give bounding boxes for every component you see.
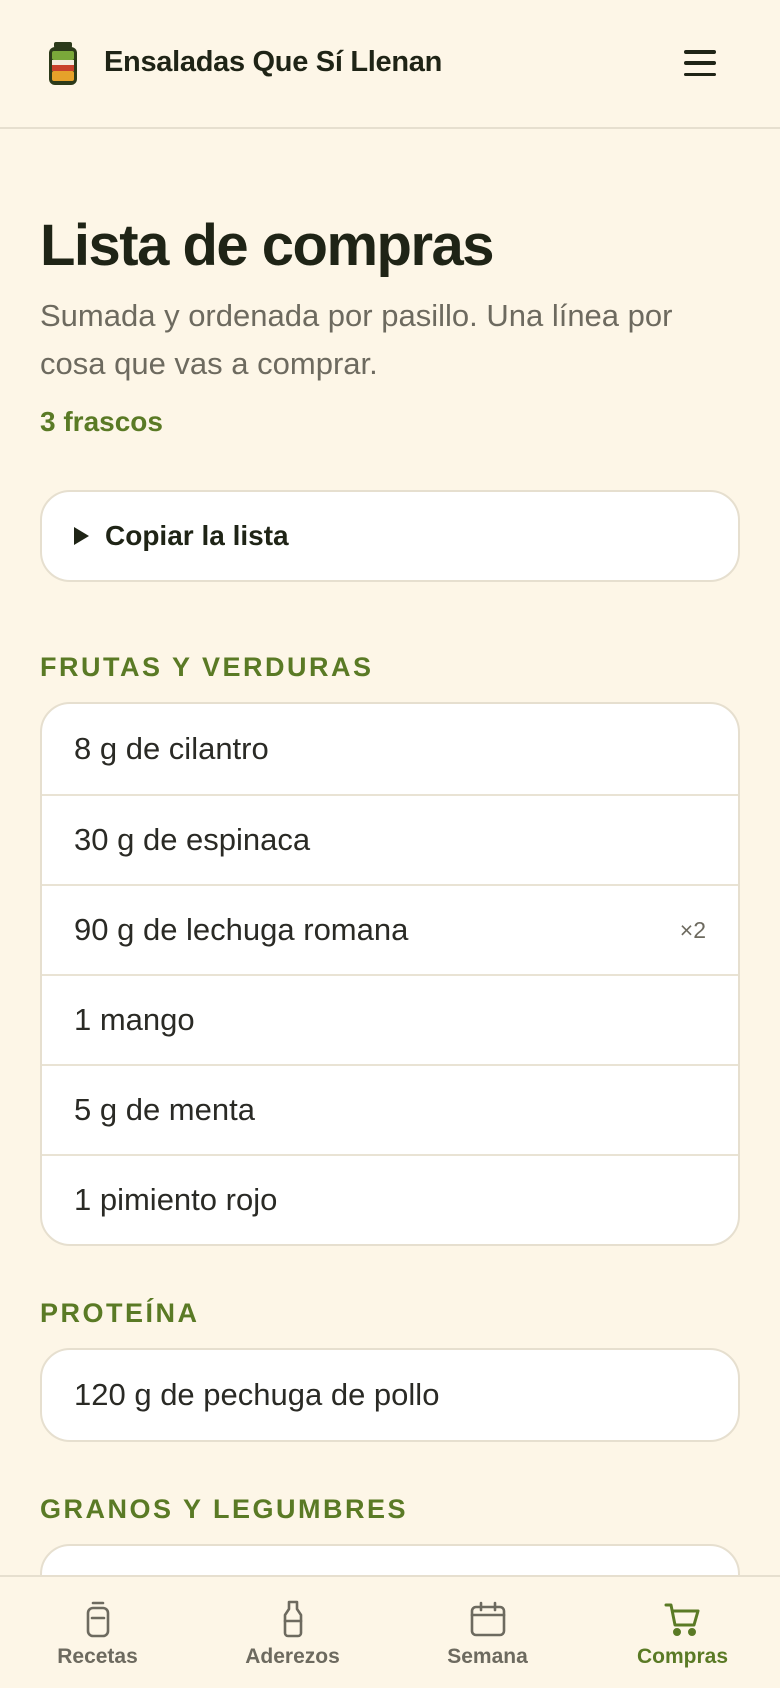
bottom-nav: Recetas Aderezos Semana Compras bbox=[0, 1575, 780, 1688]
page-subtitle: Sumada y ordenada por pasillo. Una línea… bbox=[40, 298, 673, 381]
list-item[interactable]: 120 g de pechuga de pollo bbox=[42, 1350, 738, 1440]
list-item[interactable]: 8 g de cilantro bbox=[42, 704, 738, 794]
section-title-produce: FRUTAS Y VERDURAS bbox=[40, 652, 374, 682]
item-text: 1 mango bbox=[74, 1002, 195, 1037]
nav-item-semana[interactable]: Semana bbox=[390, 1577, 585, 1688]
hamburger-icon-bar bbox=[684, 72, 716, 76]
nav-label: Aderezos bbox=[245, 1645, 340, 1668]
hamburger-icon-bar bbox=[684, 50, 716, 54]
disclosure-triangle-icon bbox=[74, 527, 89, 545]
item-text: 120 g de pechuga de pollo bbox=[74, 1377, 440, 1412]
nav-item-recetas[interactable]: Recetas bbox=[0, 1577, 195, 1688]
menu-button[interactable] bbox=[680, 46, 720, 80]
page-title: Lista de compras bbox=[40, 213, 495, 278]
nav-label: Semana bbox=[447, 1645, 528, 1668]
nav-label: Recetas bbox=[57, 1645, 138, 1668]
protein-list: 120 g de pechuga de pollo bbox=[40, 1348, 740, 1442]
hamburger-icon-bar bbox=[684, 61, 716, 65]
item-text: 90 g de lechuga romana bbox=[74, 912, 409, 947]
item-text: 8 g de cilantro bbox=[74, 731, 269, 766]
jar-count: 3 frascos bbox=[40, 406, 163, 437]
bottle-icon bbox=[283, 1600, 302, 1638]
jar-logo-icon bbox=[49, 42, 77, 85]
item-text: 5 g de menta bbox=[74, 1092, 255, 1127]
copy-list-toggle[interactable]: Copiar la lista bbox=[40, 490, 740, 582]
item-text: 1 pimiento rojo bbox=[74, 1182, 278, 1217]
nav-item-compras[interactable]: Compras bbox=[585, 1577, 780, 1688]
nav-item-aderezos[interactable]: Aderezos bbox=[195, 1577, 390, 1688]
calendar-icon bbox=[470, 1601, 505, 1637]
list-item[interactable]: 30 g de espinaca bbox=[42, 794, 738, 884]
list-item[interactable]: 90 g de lechuga romana ×2 bbox=[42, 884, 738, 974]
section-title-protein: PROTEÍNA bbox=[40, 1298, 200, 1328]
cart-icon bbox=[664, 1603, 699, 1636]
copy-list-label: Copiar la lista bbox=[105, 520, 289, 551]
item-multiplier: ×2 bbox=[679, 916, 706, 943]
produce-list: 8 g de cilantro 30 g de espinaca 90 g de… bbox=[40, 702, 740, 1246]
jar-icon bbox=[86, 1601, 109, 1638]
app-header: Ensaladas Que Sí Llenan bbox=[0, 0, 780, 129]
nav-label: Compras bbox=[636, 1645, 729, 1668]
app-title: Ensaladas Que Sí Llenan bbox=[104, 46, 442, 78]
item-text: 30 g de espinaca bbox=[74, 822, 311, 857]
section-title-grains: GRANOS Y LEGUMBRES bbox=[40, 1494, 409, 1524]
list-item[interactable]: 1 mango bbox=[42, 974, 738, 1064]
list-item[interactable]: 5 g de menta bbox=[42, 1064, 738, 1154]
list-item[interactable]: 1 pimiento rojo bbox=[42, 1154, 738, 1244]
